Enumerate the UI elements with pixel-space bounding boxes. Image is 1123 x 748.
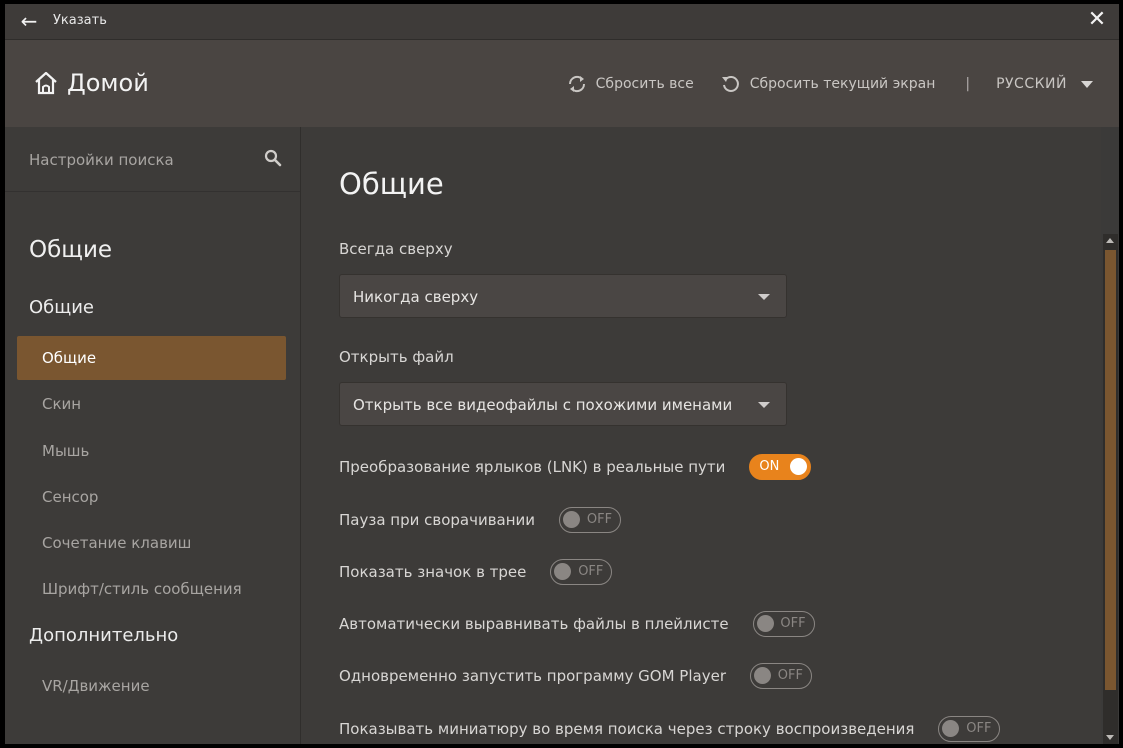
launch-gom-toggle[interactable]: OFF <box>749 663 812 689</box>
toggle-knob <box>790 458 808 475</box>
always-on-top-value: Никогда сверху <box>353 288 479 306</box>
toggle-knob <box>753 667 771 684</box>
sidebar: Настройки поиска Общие Общие Общие Скин … <box>5 127 301 744</box>
page-title: Общие <box>339 167 444 201</box>
sidebar-section-title: Общие <box>29 237 113 263</box>
vertical-scrollbar[interactable] <box>1103 234 1118 744</box>
sidebar-item-mouse[interactable]: Мышь <box>17 429 286 473</box>
toggle-state: OFF <box>777 668 803 683</box>
toggle-row-tray: Показать значок в трее OFF <box>339 557 613 587</box>
toggle-state: OFF <box>780 616 806 631</box>
toggle-row-gom: Одновременно запустить программу GOM Pla… <box>339 661 812 691</box>
close-icon[interactable]: ✕ <box>1085 8 1109 32</box>
toggle-label: Показывать миниатюру во время поиска чер… <box>339 720 915 738</box>
toggle-state: ON <box>759 459 780 474</box>
toggle-state: OFF <box>586 512 613 527</box>
scroll-down-icon[interactable] <box>1106 735 1114 740</box>
toggle-label: Показать значок в трее <box>339 563 527 581</box>
caret-down-icon <box>1081 80 1093 88</box>
toggle-state: OFF <box>578 564 604 579</box>
scroll-up-icon[interactable] <box>1106 238 1114 243</box>
toggle-knob <box>942 720 960 737</box>
search-icon[interactable] <box>264 149 282 167</box>
toggle-label: Автоматически выравнивать файлы в плейли… <box>339 615 729 633</box>
sidebar-item-skin[interactable]: Скин <box>17 382 286 426</box>
header-actions: Сбросить все Сбросить текущий экран | РУ… <box>566 72 1093 96</box>
pause-minimize-toggle[interactable]: OFF <box>559 507 622 533</box>
language-label: РУССКИЙ <box>996 76 1067 92</box>
header-separator: | <box>965 76 971 92</box>
chevron-down-icon <box>758 294 770 300</box>
chevron-down-icon <box>758 402 770 408</box>
home-icon <box>35 71 57 95</box>
toggle-row-thumbnail: Показывать миниатюру во время поиска чер… <box>339 714 1001 744</box>
always-on-top-label: Всегда сверху <box>339 240 453 258</box>
sidebar-group-general: Общие <box>29 297 94 318</box>
reset-screen-label: Сбросить текущий экран <box>749 76 936 92</box>
scrollbar-thumb[interactable] <box>1105 250 1116 690</box>
back-arrow-icon[interactable]: ← <box>18 10 40 32</box>
home-button[interactable]: Домой <box>33 68 149 98</box>
toggle-label: Преобразование ярлыков (LNK) в реальные … <box>339 458 726 476</box>
window-title: Указать <box>53 13 107 28</box>
toggle-knob <box>756 615 774 632</box>
reset-all-label: Сбросить все <box>595 76 694 92</box>
home-label: Домой <box>67 69 149 97</box>
open-file-value: Открыть все видеофайлы с похожими именам… <box>353 396 733 414</box>
sidebar-item-sensor[interactable]: Сенсор <box>17 475 286 519</box>
settings-window: ← Указать ✕ Домой Сбросить все Сбросить … <box>5 4 1119 744</box>
reset-all-icon <box>568 75 585 93</box>
toggle-label: Пауза при сворачивании <box>339 511 536 529</box>
sidebar-item-general[interactable]: Общие <box>17 336 286 380</box>
seek-thumbnail-toggle[interactable]: OFF <box>938 716 1001 742</box>
tray-icon-toggle[interactable]: OFF <box>550 559 613 585</box>
main-panel: Общие Всегда сверху Никогда сверху Откры… <box>301 127 1101 744</box>
sidebar-item-vr-motion[interactable]: VR/Движение <box>17 664 286 708</box>
reset-all-button[interactable]: Сбросить все <box>566 74 694 94</box>
language-select[interactable]: РУССКИЙ <box>996 76 1093 92</box>
toggle-state: OFF <box>966 721 992 736</box>
open-file-label: Открыть файл <box>339 348 454 366</box>
sidebar-item-hotkeys[interactable]: Сочетание клавиш <box>17 521 286 565</box>
reset-screen-button[interactable]: Сбросить текущий экран <box>720 74 936 94</box>
toggle-row-pause: Пауза при сворачивании OFF <box>339 505 622 535</box>
toggle-knob <box>554 563 572 580</box>
search-box[interactable]: Настройки поиска <box>5 127 300 192</box>
search-input[interactable]: Настройки поиска <box>29 151 174 169</box>
title-bar: ← Указать ✕ <box>5 4 1119 40</box>
sidebar-item-font-style[interactable]: Шрифт/стиль сообщения <box>17 567 286 611</box>
toggle-row-lnk: Преобразование ярлыков (LNK) в реальные … <box>339 452 812 482</box>
header: Домой Сбросить все Сбросить текущий экра… <box>5 40 1119 127</box>
lnk-toggle[interactable]: ON <box>749 454 812 480</box>
open-file-select[interactable]: Открыть все видеофайлы с похожими именам… <box>339 382 787 426</box>
toggle-row-playlist: Автоматически выравнивать файлы в плейли… <box>339 609 815 639</box>
toggle-knob <box>563 511 581 528</box>
always-on-top-select[interactable]: Никогда сверху <box>339 274 787 318</box>
playlist-align-toggle[interactable]: OFF <box>752 611 815 637</box>
toggle-label: Одновременно запустить программу GOM Pla… <box>339 667 726 685</box>
reset-screen-icon <box>721 76 739 92</box>
sidebar-group-additional: Дополнительно <box>29 625 179 646</box>
